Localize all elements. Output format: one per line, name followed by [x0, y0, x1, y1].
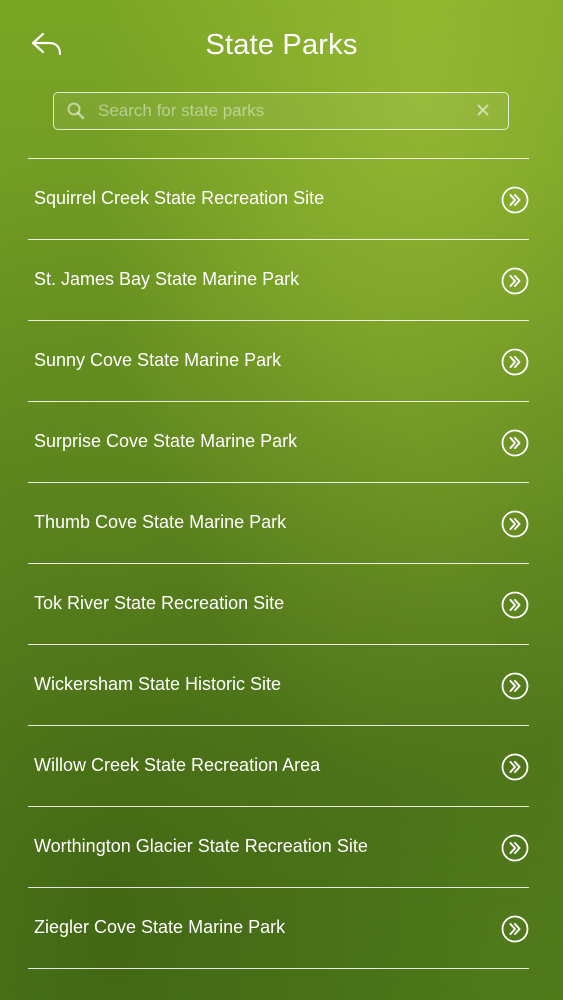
app-screen: State Parks Squirrel Creek State Recreat… — [0, 0, 563, 1000]
double-chevron-right-circle-icon[interactable] — [501, 348, 529, 376]
list-item[interactable]: Willow Creek State Recreation Area — [28, 726, 529, 807]
park-list: Squirrel Creek State Recreation Site St.… — [28, 158, 529, 969]
list-item[interactable]: Wickersham State Historic Site — [28, 645, 529, 726]
list-item[interactable]: Sunny Cove State Marine Park — [28, 321, 529, 402]
list-item[interactable]: Tok River State Recreation Site — [28, 564, 529, 645]
list-item[interactable]: St. James Bay State Marine Park — [28, 240, 529, 321]
park-name: Tok River State Recreation Site — [34, 593, 285, 613]
clear-icon[interactable] — [475, 102, 491, 118]
park-name: Ziegler Cove State Marine Park — [34, 917, 286, 937]
list-item[interactable]: Ziegler Cove State Marine Park — [28, 888, 529, 969]
double-chevron-right-circle-icon[interactable] — [501, 915, 529, 943]
search-icon — [67, 102, 85, 120]
search-input[interactable] — [98, 97, 468, 125]
list-item[interactable]: Worthington Glacier State Recreation Sit… — [28, 807, 529, 888]
list-item[interactable]: Surprise Cove State Marine Park — [28, 402, 529, 483]
park-name: Sunny Cove State Marine Park — [34, 350, 282, 370]
list-item[interactable]: Squirrel Creek State Recreation Site — [28, 159, 529, 240]
list-item[interactable]: Thumb Cove State Marine Park — [28, 483, 529, 564]
park-name: Thumb Cove State Marine Park — [34, 512, 287, 532]
double-chevron-right-circle-icon[interactable] — [501, 510, 529, 538]
double-chevron-right-circle-icon[interactable] — [501, 834, 529, 862]
park-name: Wickersham State Historic Site — [34, 674, 282, 694]
double-chevron-right-circle-icon[interactable] — [501, 429, 529, 457]
double-chevron-right-circle-icon[interactable] — [501, 591, 529, 619]
park-name: Squirrel Creek State Recreation Site — [34, 188, 325, 208]
search-bar[interactable] — [53, 92, 509, 130]
double-chevron-right-circle-icon[interactable] — [501, 672, 529, 700]
park-name: Willow Creek State Recreation Area — [34, 755, 321, 775]
header-bar: State Parks — [0, 0, 563, 90]
page-title: State Parks — [205, 29, 358, 61]
park-name: Worthington Glacier State Recreation Sit… — [34, 836, 368, 856]
double-chevron-right-circle-icon[interactable] — [501, 753, 529, 781]
park-name: St. James Bay State Marine Park — [34, 269, 300, 289]
park-name: Surprise Cove State Marine Park — [34, 431, 298, 451]
double-chevron-right-circle-icon[interactable] — [501, 267, 529, 295]
double-chevron-right-circle-icon[interactable] — [501, 186, 529, 214]
